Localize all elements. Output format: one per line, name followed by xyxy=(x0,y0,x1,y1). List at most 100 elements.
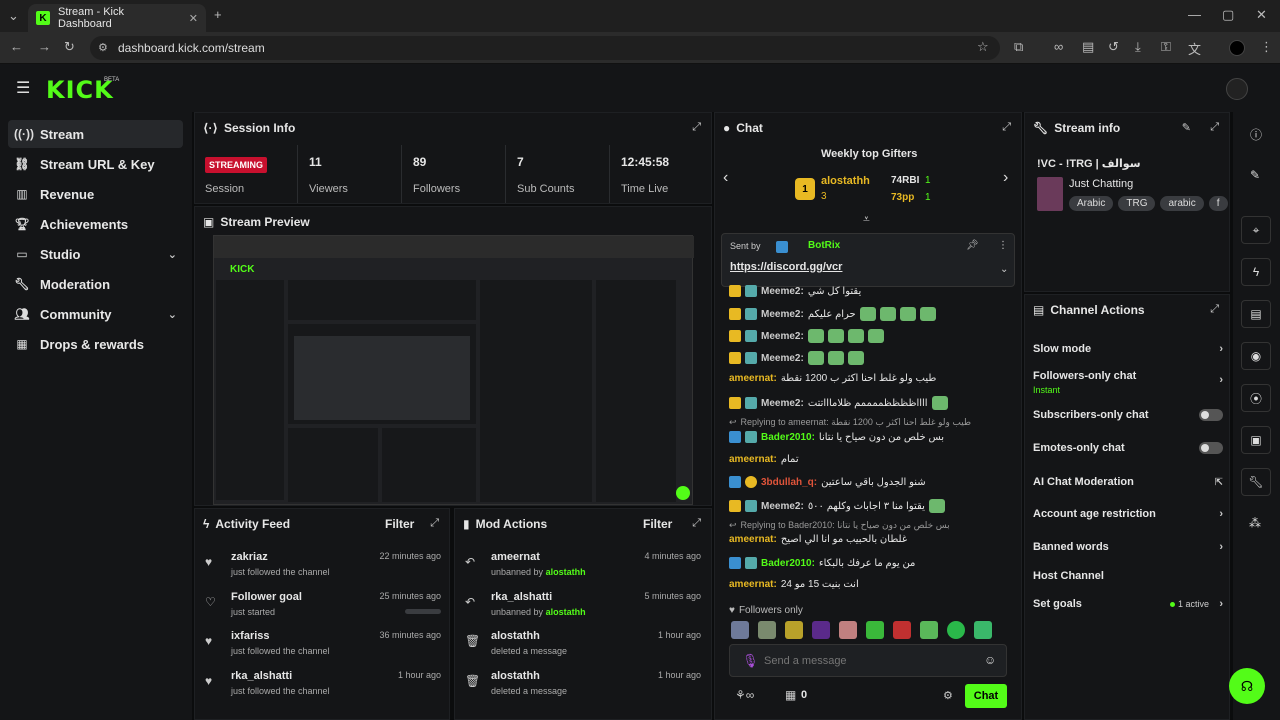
info-icon[interactable]: ⓘ xyxy=(1250,126,1262,143)
chat-username[interactable]: Meeme2: xyxy=(761,398,804,409)
gift-icon[interactable]: ▦ xyxy=(785,688,796,702)
emote-icon[interactable] xyxy=(893,621,911,639)
emote-icon[interactable] xyxy=(812,621,830,639)
stream-tag[interactable]: Arabic xyxy=(1069,196,1114,211)
browser-menu-icon[interactable]: ⋮ xyxy=(1260,39,1273,55)
edit-icon[interactable]: ✎ xyxy=(1182,121,1191,134)
profile-avatar[interactable] xyxy=(1229,40,1245,56)
stream-tag[interactable]: TRG xyxy=(1118,196,1156,211)
close-tab-icon[interactable]: ✕ xyxy=(189,12,198,25)
pinned-link[interactable]: https://discord.gg/vcr xyxy=(730,261,842,273)
popout-icon[interactable]: ⤢ xyxy=(1210,121,1219,134)
add-widget-icon[interactable]: ⁂ xyxy=(1249,516,1261,530)
back-icon[interactable]: ← xyxy=(10,39,23,54)
tab-list-icon[interactable]: ⌄ xyxy=(8,8,19,24)
popout-icon[interactable]: ⤢ xyxy=(692,517,701,530)
translate-icon[interactable]: 文 xyxy=(1188,39,1201,58)
key-icon[interactable]: ⚿ xyxy=(1161,39,1171,55)
sidebar-item-moderation[interactable]: 🔧︎ Moderation xyxy=(8,270,183,298)
sidebar-item-studio[interactable]: ▭ Studio ⌄ xyxy=(8,240,183,268)
pin-icon[interactable]: 📌︎ xyxy=(966,240,979,251)
popout-icon[interactable]: ⤢ xyxy=(692,121,701,134)
sidebar-item-drops-rewards[interactable]: ▦ Drops & rewards xyxy=(8,330,183,358)
sidebar-item-achievements[interactable]: 🏆︎ Achievements xyxy=(8,210,183,238)
maximize-icon[interactable]: ▢ xyxy=(1222,7,1234,23)
subscribers-only-toggle[interactable] xyxy=(1199,409,1223,421)
emote-icon[interactable] xyxy=(866,621,884,639)
chat-username[interactable]: ameernat: xyxy=(729,454,777,465)
activity-filter-button[interactable]: Filter xyxy=(385,517,414,531)
slow-mode-row[interactable]: Slow mode › xyxy=(1033,343,1223,355)
extensions-icon[interactable]: ⧉ xyxy=(1014,39,1023,55)
chat-message-input[interactable] xyxy=(764,651,974,671)
mod-by[interactable]: alostathh xyxy=(546,567,586,577)
chevron-down-icon[interactable]: ⌄ xyxy=(1000,264,1008,275)
support-chat-button[interactable]: ☊ xyxy=(1229,668,1265,704)
reply-context[interactable]: ↩ Replying to Bader2010: بس خلص من دون صي… xyxy=(729,520,1009,531)
category-name[interactable]: Just Chatting xyxy=(1069,178,1133,190)
forward-icon[interactable]: → xyxy=(38,39,51,54)
emote-icon[interactable] xyxy=(731,621,749,639)
chat-username[interactable]: ameernat: xyxy=(729,579,777,590)
emotes-only-toggle[interactable] xyxy=(1199,442,1223,454)
popout-icon[interactable]: ⤢ xyxy=(1002,121,1011,134)
edit-icon[interactable]: ✎ xyxy=(1250,168,1260,182)
history-icon[interactable]: ↺ xyxy=(1108,39,1119,55)
sidebar-item-revenue[interactable]: ▥ Revenue xyxy=(8,180,183,208)
chat-username[interactable]: Meeme2: xyxy=(761,286,804,297)
reply-context[interactable]: ↩ Replying to ameernat: طيب ولو غلط احنا … xyxy=(729,417,1009,428)
sidebar-item-community[interactable]: 👥︎ Community ⌄ xyxy=(8,300,183,328)
followers-only-row[interactable]: Followers-only chat › xyxy=(1033,370,1223,386)
stream-tag[interactable]: arabic xyxy=(1160,196,1204,211)
collapse-icon[interactable]: ⩡ xyxy=(863,212,870,227)
chat-username[interactable]: Meeme2: xyxy=(761,309,804,320)
bookmark-star-icon[interactable]: ☆ xyxy=(977,39,989,55)
gifter-name[interactable]: alostathh xyxy=(821,175,870,187)
user-avatar[interactable] xyxy=(1226,78,1248,100)
chat-username[interactable]: ameernat: xyxy=(729,373,777,384)
stream-tag[interactable]: f xyxy=(1208,196,1228,211)
minimize-icon[interactable]: — xyxy=(1188,7,1201,22)
link-ext-icon[interactable]: ∞ xyxy=(1054,39,1063,54)
trash-ext-icon[interactable]: ▤ xyxy=(1082,39,1094,55)
emote-icon[interactable] xyxy=(974,621,992,639)
chat-settings-icon[interactable]: ⚙ xyxy=(943,689,953,702)
chat-bubble-icon[interactable]: ◉ xyxy=(1241,342,1271,370)
lightning-icon[interactable]: ϟ xyxy=(1241,258,1271,286)
stream-preview-video[interactable]: KICK xyxy=(213,235,694,505)
emote-icon[interactable] xyxy=(947,621,965,639)
account-age-row[interactable]: Account age restriction › xyxy=(1033,508,1223,520)
chat-username[interactable]: 3bdullah_q: xyxy=(761,477,817,488)
gifters-next-icon[interactable]: › xyxy=(1003,169,1008,187)
panel-icon[interactable]: ▣ xyxy=(1241,426,1271,454)
pinned-sender[interactable]: BotRix xyxy=(808,240,840,251)
emote-icon[interactable] xyxy=(758,621,776,639)
gifter-name[interactable]: 73pp xyxy=(891,192,914,203)
more-options-icon[interactable]: ⋮ xyxy=(998,240,1008,251)
microphone-icon[interactable]: 🎙︎ xyxy=(742,653,759,669)
broadcast-icon[interactable]: ⦿ xyxy=(1241,384,1271,412)
browser-tab[interactable]: K Stream - Kick Dashboard ✕ xyxy=(28,4,206,32)
chat-username[interactable]: Bader2010: xyxy=(761,558,815,569)
emoji-picker-icon[interactable]: ☺ xyxy=(984,653,996,667)
reload-icon[interactable]: ↻ xyxy=(64,39,75,55)
banned-words-row[interactable]: Banned words › xyxy=(1033,541,1223,553)
sidebar-item-stream-url-key[interactable]: ⛓ Stream URL & Key xyxy=(8,150,183,178)
chat-username[interactable]: ameernat: xyxy=(729,534,777,545)
chat-username[interactable]: Meeme2: xyxy=(761,501,804,512)
raid-icon[interactable]: ⌖ xyxy=(1241,216,1271,244)
popout-icon[interactable]: ⤢ xyxy=(1210,303,1219,316)
mod-filter-button[interactable]: Filter xyxy=(643,517,672,531)
new-tab-icon[interactable]: + xyxy=(214,7,222,22)
wrench-icon[interactable]: 🔧︎ xyxy=(1241,468,1271,496)
download-icon[interactable]: ⤓ xyxy=(1135,39,1141,55)
url-input[interactable]: ⚙ dashboard.kick.com/stream xyxy=(90,36,1000,60)
mod-by[interactable]: alostathh xyxy=(546,607,586,617)
emote-icon[interactable] xyxy=(920,621,938,639)
gifters-prev-icon[interactable]: ‹ xyxy=(723,169,728,187)
chat-username[interactable]: Bader2010: xyxy=(761,432,815,443)
host-channel-row[interactable]: Host Channel xyxy=(1033,570,1223,582)
popout-icon[interactable]: ⤢ xyxy=(430,517,439,530)
send-chat-button[interactable]: Chat xyxy=(965,684,1007,708)
close-window-icon[interactable]: ✕ xyxy=(1256,7,1267,23)
